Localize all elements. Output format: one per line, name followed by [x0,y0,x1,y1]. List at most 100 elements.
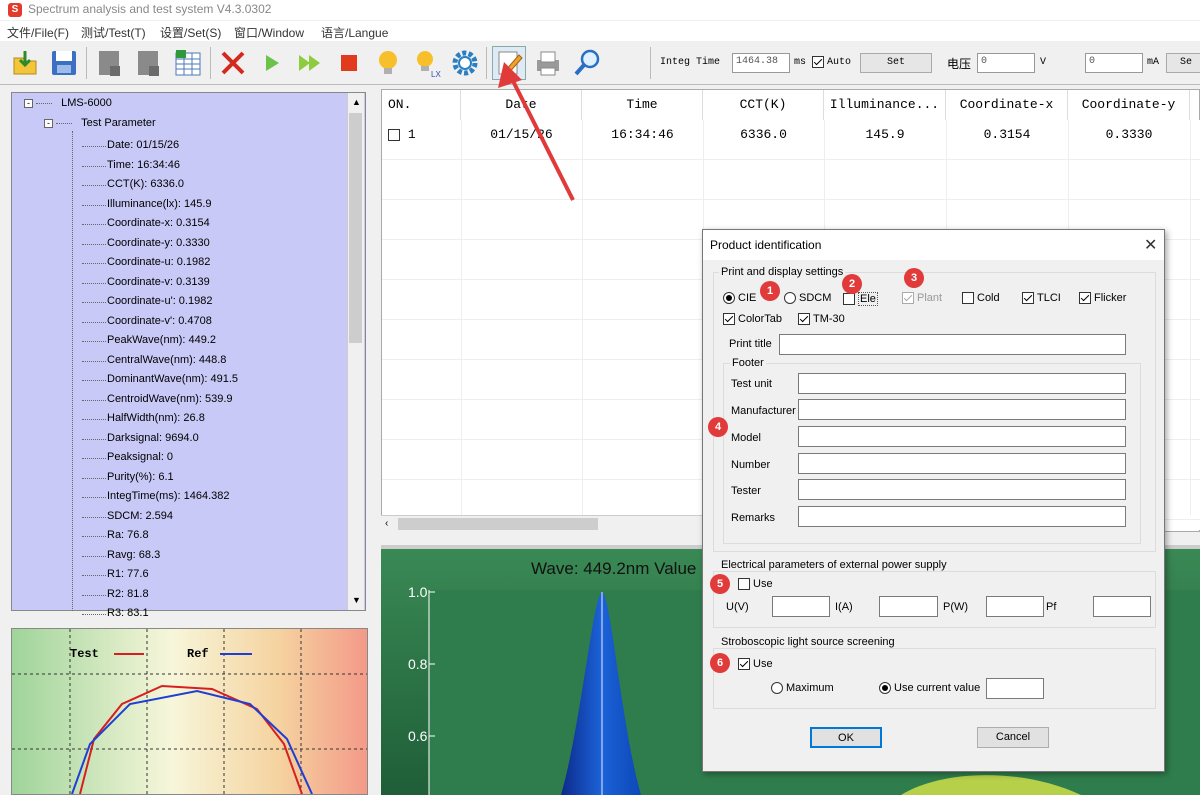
u-input[interactable] [772,596,830,617]
cie-color-chart: Test Ref [11,628,368,795]
table-hscrollbar[interactable]: ‹ [381,515,703,532]
tree-item-label: Coordinate-x: 0.3154 [107,217,210,229]
doc-gray-icon[interactable] [92,46,126,80]
cancel-button[interactable]: Cancel [977,727,1049,748]
current-input[interactable]: 0 [1085,53,1143,73]
auto-checkbox[interactable] [812,56,824,69]
toolbar-separator [486,47,487,79]
p-input[interactable] [986,596,1044,617]
option-colortab[interactable]: ColorTab [723,313,782,325]
tree-root[interactable]: - LMS-6000 [24,97,112,116]
scroll-left-icon[interactable]: ‹ [385,518,388,529]
tester-label: Tester [731,485,761,497]
menu-test[interactable]: 测试/Test(T) [81,24,146,41]
remarks-input[interactable] [798,506,1126,527]
play-icon[interactable] [255,46,289,80]
integ-time-label: Integ Time [660,57,721,68]
auto-label: Auto [827,57,852,68]
column-header[interactable]: Time [582,90,703,120]
menu-language[interactable]: 语言/Langue [321,24,388,41]
table-cell[interactable]: 0.3330 [1068,120,1190,150]
row-checkbox[interactable] [388,128,400,141]
table-cell[interactable]: 6336.0 [703,120,824,150]
scroll-down-icon[interactable]: ▼ [352,595,361,605]
column-header[interactable]: ON. [382,90,461,120]
column-header[interactable]: Coordinate-x [946,90,1068,120]
tree-scrollbar[interactable]: ▲ ▼ [347,93,364,610]
voltage-input[interactable]: 0 [977,53,1035,73]
tree-item-label: SDCM: 2.594 [107,509,174,522]
menu-bar: 文件/File(F) 测试/Test(T) 设置/Set(S) 窗口/Windo… [0,21,1200,41]
integ-time-input[interactable]: 1464.38 [732,53,790,73]
option-cold[interactable]: Cold [962,292,1000,304]
toolbar-separator [210,47,211,79]
strobe-current-radio[interactable]: Use current value [879,682,980,694]
bulb-lx-icon[interactable]: LX [410,46,444,80]
set-power-button[interactable]: Se [1166,53,1200,73]
option-tm30[interactable]: TM-30 [798,313,845,325]
column-header[interactable]: Illuminance... [824,90,946,120]
tree-item-label: Coordinate-y: 0.3330 [107,236,210,249]
column-header[interactable]: CCT(K) [703,90,824,120]
u-label: U(V) [726,601,749,613]
test-unit-input[interactable] [798,373,1126,394]
table-cell[interactable]: 145.9 [824,120,946,150]
row-number-cell[interactable]: 1 [382,120,461,150]
strobe-current-input[interactable] [986,678,1044,699]
tree-item-label: PeakWave(nm): 449.2 [107,334,217,346]
annotation-marker-4: 4 [708,417,728,437]
option-tlci[interactable]: TLCI [1022,292,1061,304]
toolbar-separator [650,47,651,79]
doc-gray2-icon[interactable] [131,46,165,80]
table-cell[interactable]: 0.3154 [946,120,1068,150]
option-sdcm[interactable]: SDCM [784,292,831,304]
scroll-up-icon[interactable]: ▲ [352,97,361,107]
menu-set[interactable]: 设置/Set(S) [160,24,221,41]
set-integ-button[interactable]: Set [860,53,932,73]
bulb-icon[interactable] [371,46,405,80]
annotation-marker-1: 1 [760,281,780,301]
strobe-use-checkbox[interactable]: Use [738,658,773,670]
pf-input[interactable] [1093,596,1151,617]
hscroll-thumb[interactable] [398,518,598,530]
calculator-icon[interactable] [170,46,204,80]
integ-unit-label: ms [794,57,807,68]
ref-curve [71,689,313,794]
stop-icon[interactable] [332,46,366,80]
parameter-tree[interactable]: - LMS-6000 - Test Parameter Date: 01/15/… [11,92,366,619]
ok-button[interactable]: OK [810,727,882,748]
menu-file[interactable]: 文件/File(F) [7,24,69,41]
tester-input[interactable] [798,479,1126,500]
option-ele[interactable]: Ele [843,292,878,306]
number-input[interactable] [798,453,1126,474]
model-label: Model [731,432,761,444]
column-header[interactable]: Coordinate-y [1068,90,1190,120]
tree-item-label: R2: 81.8 [107,587,149,600]
annotation-marker-2: 2 [842,274,862,294]
electrical-label: Electrical parameters of external power … [719,559,949,571]
table-cell[interactable]: 16:34:46 [582,120,703,150]
close-icon[interactable]: ✕ [1144,235,1157,255]
open-icon[interactable] [8,46,42,80]
scroll-thumb[interactable] [349,113,362,343]
tree-item-label: Date: 01/15/26 [107,139,180,151]
tree-item-label: Coordinate-u: 0.1982 [107,256,211,268]
tree-group[interactable]: - Test Parameter [44,117,156,136]
print-title-input[interactable] [779,334,1126,355]
manufacturer-input[interactable] [798,399,1126,420]
save-icon[interactable] [47,46,81,80]
electrical-use-checkbox[interactable]: Use [738,578,773,590]
delete-icon[interactable] [216,46,250,80]
fast-play-icon[interactable] [293,46,327,80]
menu-window[interactable]: 窗口/Window [234,24,304,41]
strobe-maximum-radio[interactable]: Maximum [771,682,834,694]
tree-group-label: Test Parameter [81,117,156,129]
gear-icon[interactable] [448,46,482,80]
strobe-label: Stroboscopic light source screening [719,636,897,648]
option-cie[interactable]: CIE [723,292,756,304]
i-input[interactable] [879,596,938,617]
number-label: Number [731,459,771,471]
model-input[interactable] [798,426,1126,447]
tree-root-label: LMS-6000 [61,97,112,109]
option-flicker[interactable]: Flicker [1079,292,1126,304]
